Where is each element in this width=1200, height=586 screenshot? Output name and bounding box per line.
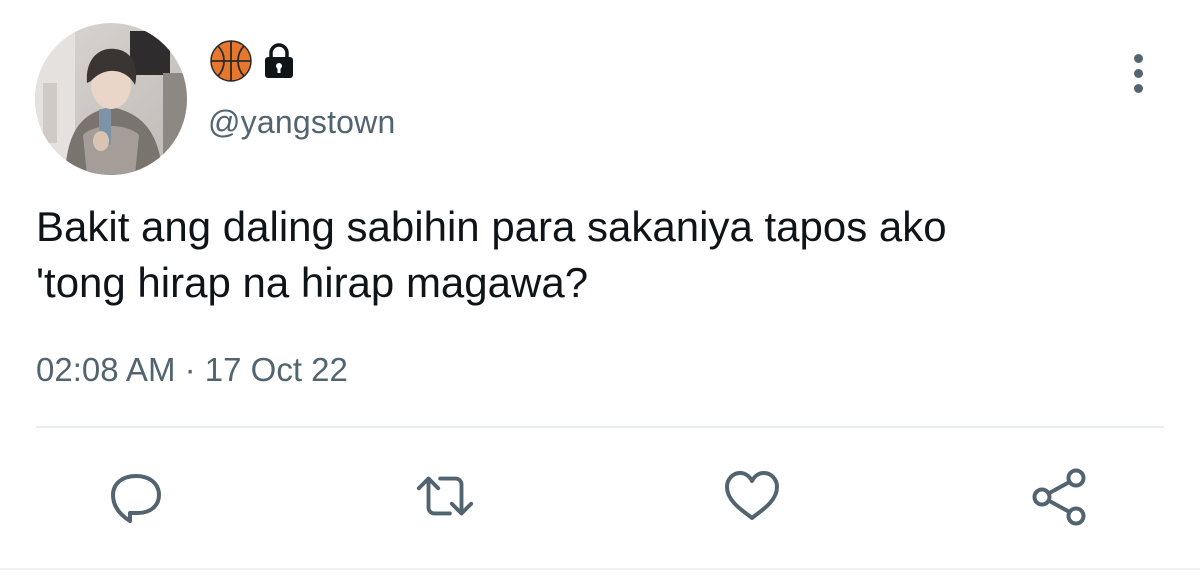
lock-icon: [265, 43, 293, 78]
more-dot: [1133, 53, 1143, 63]
reply-button[interactable]: [104, 464, 168, 528]
tweet-timestamp: 02:08 AM · 17 Oct 22: [36, 351, 348, 389]
more-dot: [1133, 83, 1143, 93]
share-button[interactable]: [1028, 464, 1092, 528]
like-button[interactable]: [720, 464, 784, 528]
bottom-divider: [0, 568, 1200, 570]
retweet-icon: [416, 476, 474, 516]
divider: [36, 426, 1164, 428]
tweet-text: Bakit ang daling sabihin para sakaniya t…: [36, 203, 947, 306]
retweet-button[interactable]: [413, 464, 477, 528]
meta-separator: ·: [184, 351, 196, 388]
avatar[interactable]: [35, 23, 187, 175]
more-options-icon[interactable]: [1118, 50, 1158, 96]
basketball-emoji: [210, 40, 252, 82]
user-handle[interactable]: @yangstown: [208, 104, 395, 141]
tweet-date: 17 Oct 22: [204, 351, 348, 388]
reply-icon: [111, 474, 161, 523]
like-icon: [725, 471, 779, 520]
share-icon: [1032, 468, 1086, 526]
avatar-image: [35, 23, 187, 175]
tweet-time: 02:08 AM: [36, 351, 176, 388]
display-name[interactable]: [210, 40, 296, 82]
more-dot: [1133, 68, 1143, 78]
